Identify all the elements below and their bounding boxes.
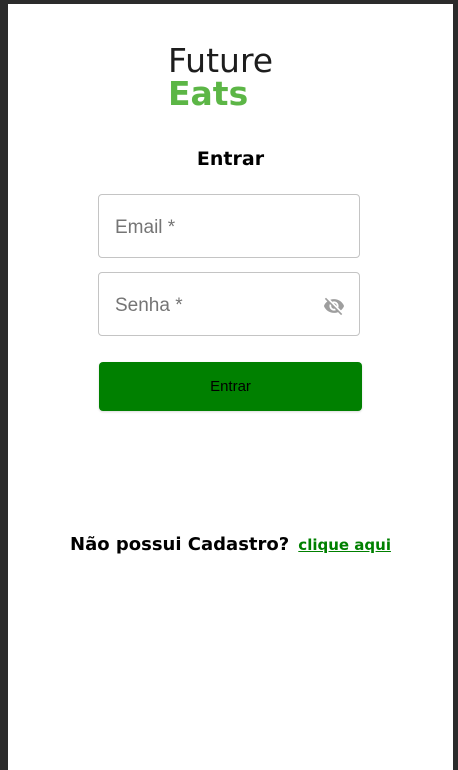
email-field[interactable]: Email * (98, 194, 360, 258)
logo-line-eats: Eats (168, 74, 249, 113)
signup-link[interactable]: clique aqui (298, 536, 391, 554)
login-screen: Future Eats Entrar Email * Senha * Entra… (8, 4, 453, 770)
eye-off-icon[interactable] (321, 295, 347, 317)
login-button[interactable]: Entrar (99, 362, 362, 411)
logo-line-future: Future (168, 41, 274, 80)
signup-question: Não possui Cadastro? (70, 534, 290, 555)
page-title: Entrar (196, 148, 265, 170)
email-placeholder: Email * (115, 217, 176, 238)
future-eats-logo: Future Eats (168, 41, 298, 113)
password-field[interactable]: Senha * (98, 272, 360, 336)
password-placeholder: Senha * (115, 295, 183, 316)
signup-prompt: Não possui Cadastro? clique aqui (8, 534, 453, 555)
